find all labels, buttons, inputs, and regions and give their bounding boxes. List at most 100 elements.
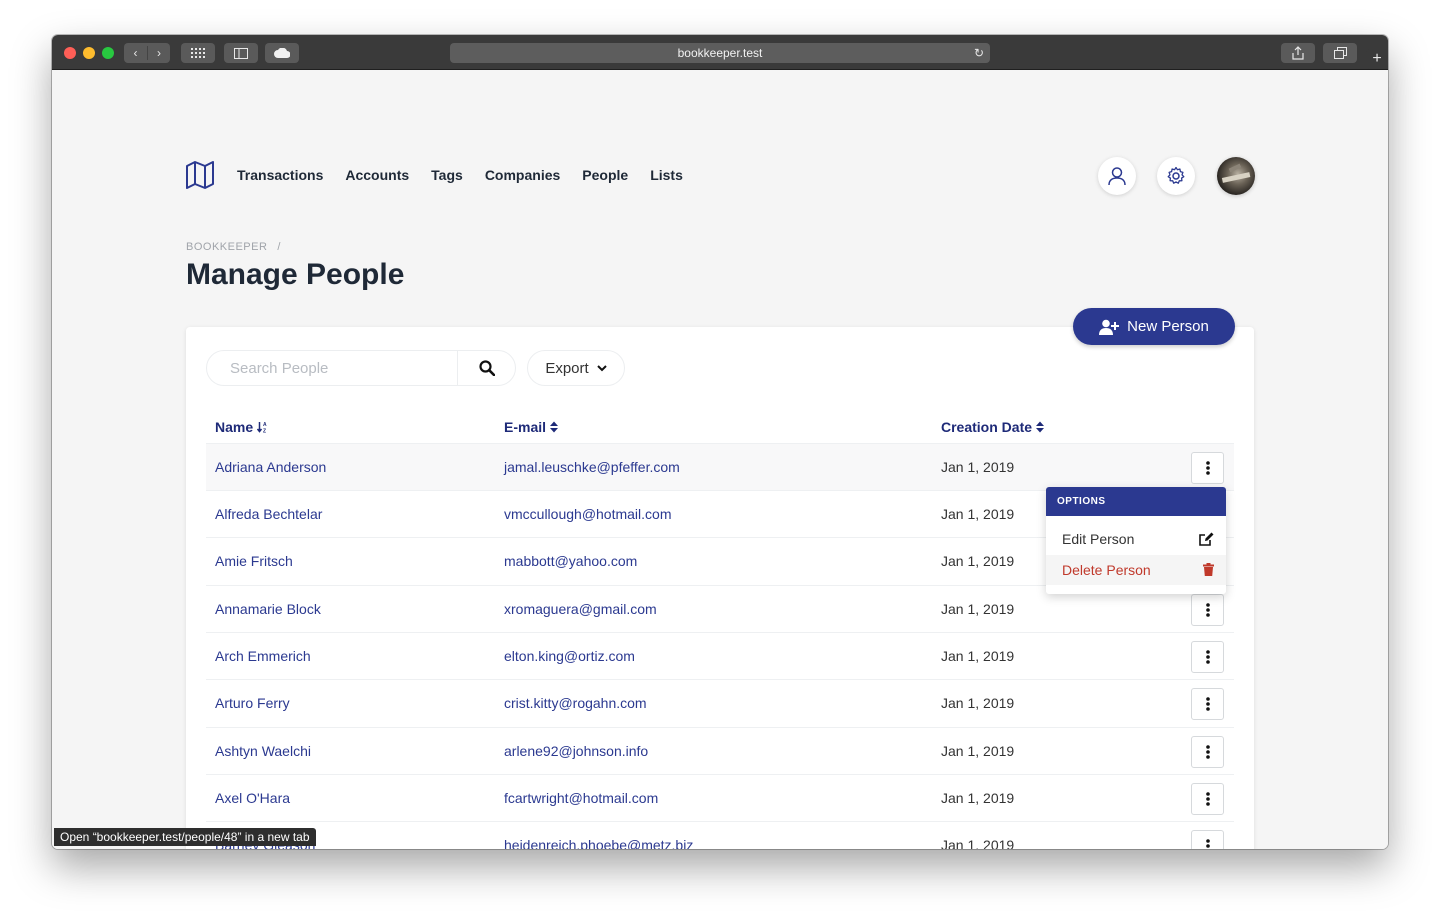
person-email-link[interactable]: jamal.leuschke@pfeffer.com: [504, 459, 680, 475]
search-icon: [478, 360, 495, 376]
browser-titlebar: ‹ › bookkeeper.test ↻ +: [52, 35, 1388, 70]
ellipsis-vertical-icon: [1205, 792, 1210, 806]
fullscreen-window-button[interactable]: [102, 47, 114, 59]
creation-date: Jan 1, 2019: [941, 743, 1015, 759]
avatar[interactable]: [1217, 157, 1255, 195]
forward-icon[interactable]: ›: [147, 46, 170, 60]
link-status-bar: Open “bookkeeper.test/people/48” in a ne…: [54, 828, 316, 846]
ellipsis-vertical-icon: [1205, 839, 1210, 848]
ellipsis-vertical-icon: [1205, 461, 1210, 475]
page-title: Manage People: [186, 258, 405, 291]
ellipsis-vertical-icon: [1205, 650, 1210, 664]
options-menu-header: OPTIONS: [1046, 487, 1226, 516]
person-name-link[interactable]: Adriana Anderson: [215, 459, 326, 475]
sort-alpha-icon: A Z: [257, 422, 267, 434]
reload-icon[interactable]: ↻: [974, 43, 984, 63]
nav-transactions[interactable]: Transactions: [237, 167, 323, 183]
table-row[interactable]: Ashtyn Waelchi arlene92@johnson.info Jan…: [206, 727, 1234, 774]
row-options-button[interactable]: [1191, 736, 1224, 768]
row-options-button[interactable]: [1191, 641, 1224, 673]
new-tab-icon[interactable]: +: [1366, 49, 1388, 69]
nav-people[interactable]: People: [582, 167, 628, 183]
column-header-name[interactable]: Name A Z: [215, 419, 269, 435]
table-row[interactable]: Barney Gleason heidenreich.phoebe@metz.b…: [206, 821, 1234, 849]
nav-lists[interactable]: Lists: [650, 167, 683, 183]
cloud-tabs-icon[interactable]: [265, 43, 299, 63]
breadcrumb-separator: /: [277, 241, 281, 253]
sort-icon: [1036, 421, 1045, 433]
row-options-button[interactable]: [1191, 783, 1224, 815]
page-content: Transactions Accounts Tags Companies Peo…: [52, 70, 1388, 849]
new-person-button[interactable]: New Person: [1073, 308, 1235, 345]
row-options-button[interactable]: [1191, 830, 1224, 849]
apps-grid-icon[interactable]: [181, 43, 215, 63]
creation-date: Jan 1, 2019: [941, 648, 1015, 664]
delete-person-menu-item[interactable]: Delete Person: [1046, 555, 1226, 585]
nav-companies[interactable]: Companies: [485, 167, 560, 183]
person-email-link[interactable]: heidenreich.phoebe@metz.biz: [504, 837, 693, 849]
row-options-menu: OPTIONS Edit Person Delete Person: [1046, 487, 1226, 594]
column-header-email[interactable]: E-mail: [504, 419, 559, 435]
settings-button[interactable]: [1157, 157, 1195, 195]
search-group: [206, 350, 516, 386]
svg-text:A: A: [263, 422, 267, 428]
table-row[interactable]: Arch Emmerich elton.king@ortiz.com Jan 1…: [206, 632, 1234, 679]
creation-date: Jan 1, 2019: [941, 695, 1015, 711]
export-label: Export: [545, 359, 589, 377]
minimize-window-button[interactable]: [83, 47, 95, 59]
tabs-overview-icon[interactable]: [1323, 43, 1357, 63]
edit-person-menu-item[interactable]: Edit Person: [1046, 524, 1226, 554]
person-email-link[interactable]: mabbott@yahoo.com: [504, 553, 637, 569]
person-email-link[interactable]: fcartwright@hotmail.com: [504, 790, 658, 806]
address-bar[interactable]: bookkeeper.test ↻: [450, 43, 990, 63]
svg-text:Z: Z: [263, 429, 266, 434]
person-name-link[interactable]: Arch Emmerich: [215, 648, 311, 664]
ellipsis-vertical-icon: [1205, 745, 1210, 759]
search-input[interactable]: [207, 351, 457, 385]
person-email-link[interactable]: vmccullough@hotmail.com: [504, 506, 672, 522]
trash-icon: [1203, 563, 1214, 576]
logo-map-icon[interactable]: [185, 160, 215, 195]
search-button[interactable]: [457, 351, 515, 385]
delete-person-label: Delete Person: [1062, 562, 1151, 578]
table-row[interactable]: Arturo Ferry crist.kitty@rogahn.com Jan …: [206, 679, 1234, 726]
person-name-link[interactable]: Ashtyn Waelchi: [215, 743, 311, 759]
nav-accounts[interactable]: Accounts: [345, 167, 409, 183]
row-options-button[interactable]: [1191, 594, 1224, 626]
sidebar-toggle-icon[interactable]: [224, 43, 258, 63]
person-email-link[interactable]: xromaguera@gmail.com: [504, 601, 657, 617]
person-email-link[interactable]: elton.king@ortiz.com: [504, 648, 635, 664]
person-name-link[interactable]: Alfreda Bechtelar: [215, 506, 322, 522]
column-header-date[interactable]: Creation Date: [941, 419, 1045, 435]
close-window-button[interactable]: [64, 47, 76, 59]
table-row[interactable]: Adriana Anderson jamal.leuschke@pfeffer.…: [206, 443, 1234, 490]
person-name-link[interactable]: Amie Fritsch: [215, 553, 293, 569]
chevron-down-icon: [596, 364, 607, 371]
creation-date: Jan 1, 2019: [941, 553, 1015, 569]
person-name-link[interactable]: Axel O'Hara: [215, 790, 290, 806]
person-name-link[interactable]: Annamarie Block: [215, 601, 321, 617]
breadcrumb-root[interactable]: BOOKKEEPER: [186, 241, 267, 253]
gear-icon: [1167, 166, 1185, 184]
nav-tags[interactable]: Tags: [431, 167, 463, 183]
address-text: bookkeeper.test: [677, 46, 763, 60]
export-dropdown[interactable]: Export: [527, 350, 625, 386]
creation-date: Jan 1, 2019: [941, 506, 1015, 522]
row-options-button[interactable]: [1191, 452, 1224, 484]
person-email-link[interactable]: crist.kitty@rogahn.com: [504, 695, 647, 711]
breadcrumb: BOOKKEEPER /: [186, 241, 281, 253]
user-profile-button[interactable]: [1098, 157, 1136, 195]
back-forward-buttons[interactable]: ‹ ›: [124, 43, 170, 63]
creation-date: Jan 1, 2019: [941, 790, 1015, 806]
person-email-link[interactable]: arlene92@johnson.info: [504, 743, 648, 759]
column-header-name-label: Name: [215, 419, 254, 435]
new-person-label: New Person: [1127, 318, 1209, 335]
creation-date: Jan 1, 2019: [941, 601, 1015, 617]
creation-date: Jan 1, 2019: [941, 837, 1015, 849]
share-icon[interactable]: [1281, 43, 1315, 63]
back-icon[interactable]: ‹: [124, 46, 147, 60]
column-header-email-label: E-mail: [504, 419, 547, 435]
table-row[interactable]: Axel O'Hara fcartwright@hotmail.com Jan …: [206, 774, 1234, 821]
row-options-button[interactable]: [1191, 688, 1224, 720]
person-name-link[interactable]: Arturo Ferry: [215, 695, 290, 711]
